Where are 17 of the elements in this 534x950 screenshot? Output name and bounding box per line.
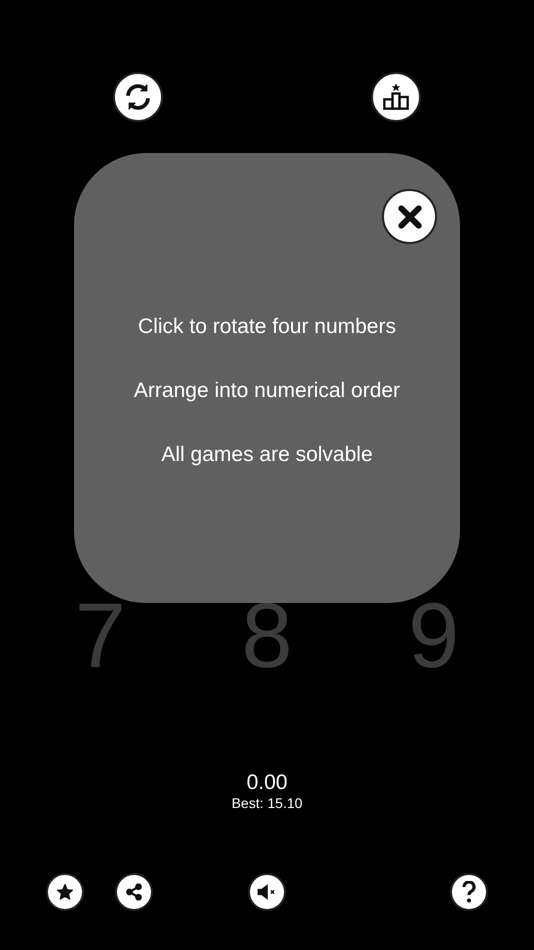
leaderboard-button[interactable] xyxy=(371,72,421,122)
close-icon xyxy=(396,204,422,230)
question-mark-icon xyxy=(461,881,477,903)
instruction-text: Click to rotate four numbers xyxy=(138,315,396,339)
star-icon xyxy=(56,883,74,901)
best-time: Best: 15.10 xyxy=(232,795,302,811)
podium-icon xyxy=(382,83,410,111)
share-button[interactable] xyxy=(115,873,153,911)
refresh-icon xyxy=(123,82,153,112)
instruction-text: All games are solvable xyxy=(161,443,373,467)
help-button[interactable] xyxy=(450,873,488,911)
sound-button[interactable] xyxy=(248,873,286,911)
new-game-button[interactable] xyxy=(113,72,163,122)
timer-value: 0.00 xyxy=(246,771,288,795)
share-icon xyxy=(125,883,143,901)
rate-button[interactable] xyxy=(46,873,84,911)
instruction-text: Arrange into numerical order xyxy=(134,379,400,403)
